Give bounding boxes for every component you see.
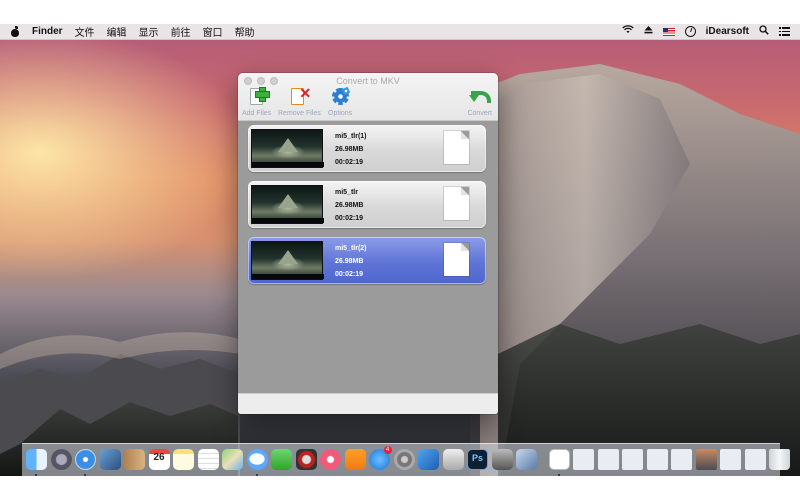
minimized-window-dock-icon[interactable]: [620, 448, 645, 472]
convert-to-mkv-dock-icon[interactable]: [547, 448, 572, 476]
reminders-dock-icon[interactable]: [196, 448, 221, 472]
device-dock-icon[interactable]: [490, 448, 515, 472]
file-name: mi5_tlr(1): [335, 133, 367, 140]
minimized-window-dock-icon[interactable]: [596, 448, 621, 472]
remove-x-icon: ✕: [299, 85, 312, 101]
trash-dock-icon[interactable]: [767, 448, 792, 472]
window-titlebar[interactable]: Convert to MKV Add Files ✕ Remove Files: [238, 73, 498, 121]
remove-files-label: Remove Files: [278, 110, 321, 117]
menu-app-name[interactable]: Finder: [32, 26, 63, 37]
photo-booth-dock-icon[interactable]: [294, 448, 319, 472]
file-size: 26.98MB: [335, 258, 364, 265]
xcode-dock-icon[interactable]: [416, 448, 441, 472]
menu-view[interactable]: 显示: [139, 24, 159, 39]
app-store-badge: 4: [383, 446, 392, 454]
ibooks-dock-icon[interactable]: [343, 448, 368, 472]
window-statusbar: [238, 393, 498, 414]
safari-dock-icon[interactable]: [73, 448, 98, 476]
output-file-icon: [444, 187, 469, 220]
output-file-icon: [444, 131, 469, 164]
photoshop-label: Ps: [471, 453, 483, 463]
window-title: Convert to MKV: [336, 76, 400, 86]
menu-help[interactable]: 帮助: [235, 24, 255, 39]
toolbar: Add Files ✕ Remove Files Options Convert: [238, 85, 498, 121]
app-store-dock-icon[interactable]: 4: [367, 446, 392, 472]
remove-files-button[interactable]: ✕ Remove Files: [278, 85, 321, 117]
file-item[interactable]: mi5_tlr(1) 26.98MB 00:02:19: [248, 125, 486, 172]
launchpad-dock-icon[interactable]: [49, 448, 74, 472]
file-duration: 00:02:19: [335, 159, 364, 166]
photoshop-dock-icon[interactable]: Ps: [465, 448, 490, 472]
letterbox-top: [0, 0, 800, 24]
menu-user-name[interactable]: iDearsoft: [706, 26, 749, 37]
facetime-dock-icon[interactable]: [269, 448, 294, 472]
minimized-window-dock-icon[interactable]: [571, 448, 596, 472]
image-app-dock-icon[interactable]: [514, 448, 539, 472]
notification-center-icon[interactable]: [779, 27, 790, 36]
menubar: Finder 文件 编辑 显示 前往 窗口 帮助 iDearsoft: [0, 24, 800, 40]
file-duration: 00:02:19: [335, 215, 364, 222]
options-label: Options: [328, 110, 353, 117]
eject-icon[interactable]: [644, 25, 653, 38]
notes-dock-icon[interactable]: [171, 448, 196, 472]
clock-icon[interactable]: [684, 26, 696, 37]
minimized-window-dock-icon[interactable]: [743, 448, 768, 472]
file-item[interactable]: mi5_tlr 26.98MB 00:02:19: [248, 181, 486, 228]
small-gear-icon: [342, 87, 351, 95]
video-thumbnail: [251, 185, 324, 224]
contacts-dock-icon[interactable]: [122, 448, 147, 472]
itunes-dock-icon[interactable]: [318, 448, 343, 472]
flag-icon[interactable]: [662, 27, 675, 36]
video-thumbnail: [251, 129, 324, 168]
file-list[interactable]: mi5_tlr(1) 26.98MB 00:02:19 mi5_tlr 26.9…: [238, 121, 498, 393]
wifi-icon[interactable]: [621, 25, 634, 38]
menu-window[interactable]: 窗口: [203, 24, 223, 39]
system-preferences-dock-icon[interactable]: [392, 448, 417, 472]
messages-dock-icon[interactable]: [245, 448, 270, 476]
video-thumbnail: [251, 241, 324, 280]
menu-go[interactable]: 前往: [171, 24, 191, 39]
preview-dock-icon[interactable]: [98, 448, 123, 472]
minimized-window-dock-icon[interactable]: [718, 448, 743, 472]
file-size: 26.98MB: [335, 202, 364, 209]
dock: 26 4 Ps: [22, 443, 790, 476]
arrow-head-icon: [468, 95, 479, 102]
minimized-photo-dock-icon[interactable]: [694, 448, 719, 472]
output-file-icon: [444, 243, 469, 276]
convert-label: Convert: [467, 110, 492, 117]
options-button[interactable]: Options: [328, 87, 352, 117]
menu-edit[interactable]: 编辑: [107, 24, 127, 39]
calendar-dock-icon[interactable]: 26: [147, 448, 172, 472]
file-duration: 00:02:19: [335, 271, 364, 278]
file-name: mi5_tlr: [335, 189, 358, 196]
minimized-window-dock-icon[interactable]: [669, 448, 694, 472]
file-item-selected[interactable]: mi5_tlr(2) 26.98MB 00:02:19: [248, 237, 486, 284]
plus-icon: [254, 87, 270, 102]
convert-window: Convert to MKV Add Files ✕ Remove Files: [238, 73, 498, 414]
spotlight-search-icon[interactable]: [759, 24, 769, 39]
file-size: 26.98MB: [335, 146, 364, 153]
minimized-window-dock-icon[interactable]: [645, 448, 670, 472]
utility-dock-icon[interactable]: [441, 448, 466, 472]
letterbox-bottom: [0, 476, 800, 500]
add-files-button[interactable]: Add Files: [242, 87, 271, 117]
add-files-label: Add Files: [242, 110, 272, 117]
convert-button[interactable]: Convert: [467, 87, 492, 117]
maps-dock-icon[interactable]: [220, 448, 245, 472]
calendar-day: 26: [153, 452, 165, 463]
finder-dock-icon[interactable]: [24, 448, 49, 476]
apple-menu-icon[interactable]: [10, 26, 20, 37]
menu-file[interactable]: 文件: [75, 24, 95, 39]
file-name: mi5_tlr(2): [335, 245, 367, 252]
